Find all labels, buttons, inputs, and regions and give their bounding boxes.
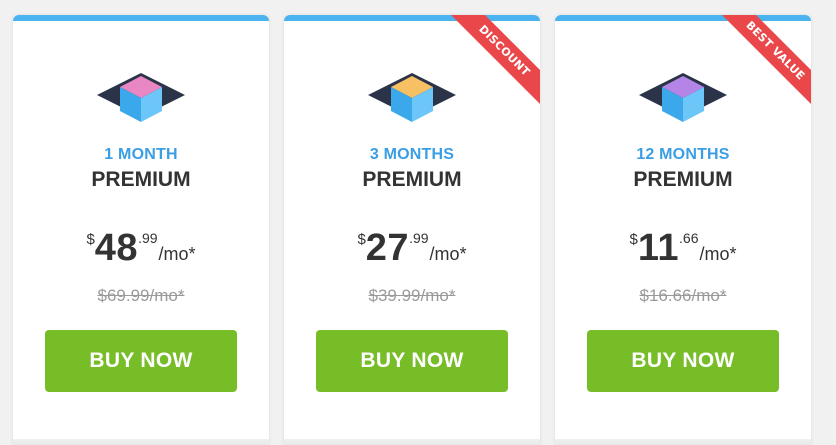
buy-now-button[interactable]: BUY NOW — [316, 330, 508, 392]
price-cents: .66 — [679, 230, 699, 246]
plan-duration: 3 MONTHS — [369, 146, 455, 163]
price-period: /mo* — [158, 244, 196, 264]
plan-duration: 12 MONTHS — [636, 146, 730, 163]
discount-ribbon: DISCOUNT — [446, 15, 540, 109]
currency-symbol: $ — [629, 231, 638, 248]
old-price: $69.99/mo* — [97, 286, 185, 305]
price-whole: 27 — [365, 227, 410, 269]
current-price: $48.99/mo* — [13, 227, 269, 270]
card-bottom-fade — [13, 439, 269, 445]
cube-graphic — [639, 73, 727, 122]
current-price: $27.99/mo* — [284, 227, 540, 270]
price-whole: 11 — [637, 227, 680, 269]
currency-symbol: $ — [357, 231, 366, 248]
plan-name: PREMIUM — [633, 168, 733, 191]
price-cents: .99 — [138, 230, 158, 246]
price-whole: 48 — [94, 227, 139, 269]
card-bottom-fade — [555, 439, 811, 445]
pricing-card-12-months: BEST VALUE 12 MONTHS PREMIUM $11.66/mo* … — [555, 15, 811, 445]
buy-now-button[interactable]: BUY NOW — [45, 330, 237, 392]
old-price: $39.99/mo* — [368, 286, 456, 305]
buy-now-button[interactable]: BUY NOW — [587, 330, 779, 392]
pricing-card-1-month: 1 MONTH PREMIUM $48.99/mo* $69.99/mo* BU… — [13, 15, 269, 445]
price-period: /mo* — [699, 244, 737, 264]
premium-cube-icon — [96, 65, 186, 125]
price-cents: .99 — [409, 230, 429, 246]
premium-cube-icon — [638, 65, 728, 125]
card-bottom-fade — [284, 439, 540, 445]
plan-name: PREMIUM — [91, 168, 191, 191]
card-top-accent — [284, 15, 540, 21]
price-period: /mo* — [429, 244, 467, 264]
pricing-card-3-months: DISCOUNT 3 MONTHS PREMIUM $27.99/mo* $39… — [284, 15, 540, 445]
card-top-accent — [13, 15, 269, 21]
cube-graphic — [97, 73, 185, 122]
plan-duration: 1 MONTH — [104, 146, 178, 163]
plan-name: PREMIUM — [362, 168, 462, 191]
current-price: $11.66/mo* — [555, 227, 811, 270]
old-price: $16.66/mo* — [639, 286, 727, 305]
currency-symbol: $ — [86, 231, 95, 248]
cube-graphic — [368, 73, 456, 122]
card-top-accent — [555, 15, 811, 21]
best-value-ribbon: BEST VALUE — [717, 15, 811, 109]
premium-cube-icon — [367, 65, 457, 125]
